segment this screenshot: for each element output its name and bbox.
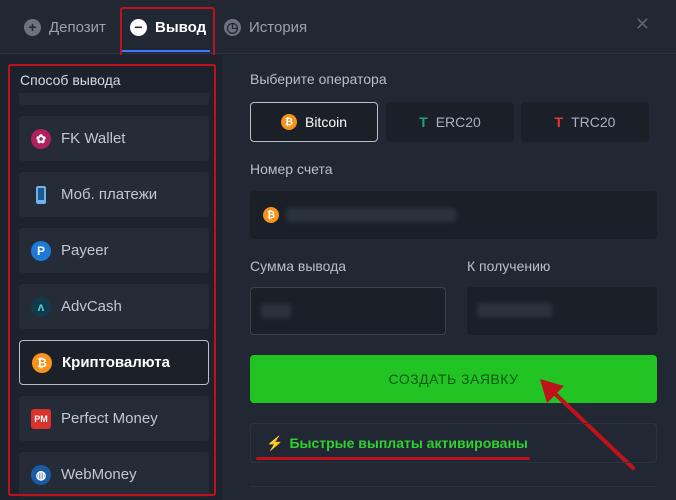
- blurred-receive-value: [477, 303, 552, 317]
- phone-icon: [31, 185, 51, 205]
- bitcoin-icon: ₿: [32, 352, 52, 373]
- account-number-input[interactable]: ₿: [250, 191, 657, 239]
- sidebar-item-label: FK Wallet: [61, 130, 126, 147]
- operator-label-text: TRC20: [571, 114, 616, 130]
- tab-history[interactable]: ◷ История: [224, 10, 307, 44]
- sidebar-item-fk-wallet[interactable]: ✿ FK Wallet: [19, 116, 209, 161]
- operator-trc20-button[interactable]: T TRC20: [521, 102, 649, 142]
- operator-erc20-button[interactable]: T ERC20: [386, 102, 514, 142]
- tab-history-label: История: [249, 18, 308, 36]
- sidebar-title: Способ вывода: [20, 72, 121, 88]
- operator-label-text: ERC20: [435, 114, 481, 130]
- tron-icon: T: [554, 114, 564, 130]
- plus-icon: +: [24, 18, 41, 36]
- operator-label: Выберите оператора: [250, 71, 387, 87]
- tab-withdraw-label: Вывод: [155, 18, 207, 36]
- lightning-icon: ⚡: [266, 434, 284, 451]
- operator-bitcoin-button[interactable]: ₿ Bitcoin: [250, 102, 378, 142]
- sidebar-item-advcash[interactable]: ʌ AdvCash: [19, 284, 209, 329]
- sidebar-item-mobile-payments[interactable]: Моб. платежи: [19, 172, 209, 217]
- operator-label-text: Bitcoin: [304, 114, 348, 130]
- sidebar-item-label: Perfect Money: [61, 410, 158, 427]
- clock-icon: ◷: [224, 18, 241, 36]
- webmoney-icon: ◍: [31, 464, 51, 485]
- sidebar-item-webmoney[interactable]: ◍ WebMoney: [19, 452, 209, 497]
- blurred-amount-value: [261, 304, 291, 318]
- blurred-account-value: [286, 208, 456, 222]
- amount-input[interactable]: [250, 287, 446, 335]
- tab-deposit[interactable]: + Депозит: [24, 10, 106, 44]
- fast-payouts-text: Быстрые выплаты активированы: [289, 435, 528, 451]
- minus-icon: −: [130, 18, 147, 36]
- sidebar-item-payeer[interactable]: P Payeer: [19, 228, 209, 273]
- advcash-icon: ʌ: [31, 296, 51, 317]
- close-icon[interactable]: ✕: [635, 15, 650, 33]
- sidebar-item-label: Криптовалюта: [62, 354, 170, 371]
- tab-bar: + Депозит − Вывод ◷ История ✕: [0, 0, 676, 54]
- tab-deposit-label: Депозит: [49, 18, 106, 36]
- sidebar-item-perfect-money[interactable]: PM Perfect Money: [19, 396, 209, 441]
- tab-withdraw[interactable]: − Вывод: [130, 10, 206, 44]
- payeer-icon: P: [31, 240, 51, 261]
- sidebar-item-label: WebMoney: [61, 466, 137, 483]
- tether-icon: T: [419, 114, 428, 130]
- sidebar-scroll-stub: [19, 93, 209, 105]
- create-request-label: СОЗДАТЬ ЗАЯВКУ: [388, 371, 519, 387]
- sidebar-item-label: Payeer: [61, 242, 109, 259]
- bitcoin-icon: ₿: [263, 207, 279, 223]
- account-label: Номер счета: [250, 161, 333, 177]
- divider: [250, 486, 657, 487]
- perfect-money-icon: PM: [31, 408, 51, 429]
- sidebar-item-label: Моб. платежи: [61, 186, 158, 203]
- active-tab-underline: [122, 50, 210, 52]
- fk-wallet-icon: ✿: [31, 128, 51, 149]
- bitcoin-icon: ₿: [280, 114, 297, 130]
- receive-label: К получению: [467, 258, 551, 274]
- receive-amount-field: [467, 287, 657, 335]
- amount-label: Сумма вывода: [250, 258, 347, 274]
- sidebar-item-crypto[interactable]: ₿ Криптовалюта: [19, 340, 209, 385]
- sidebar-item-label: AdvCash: [61, 298, 122, 315]
- red-underline-annotation: [256, 457, 530, 460]
